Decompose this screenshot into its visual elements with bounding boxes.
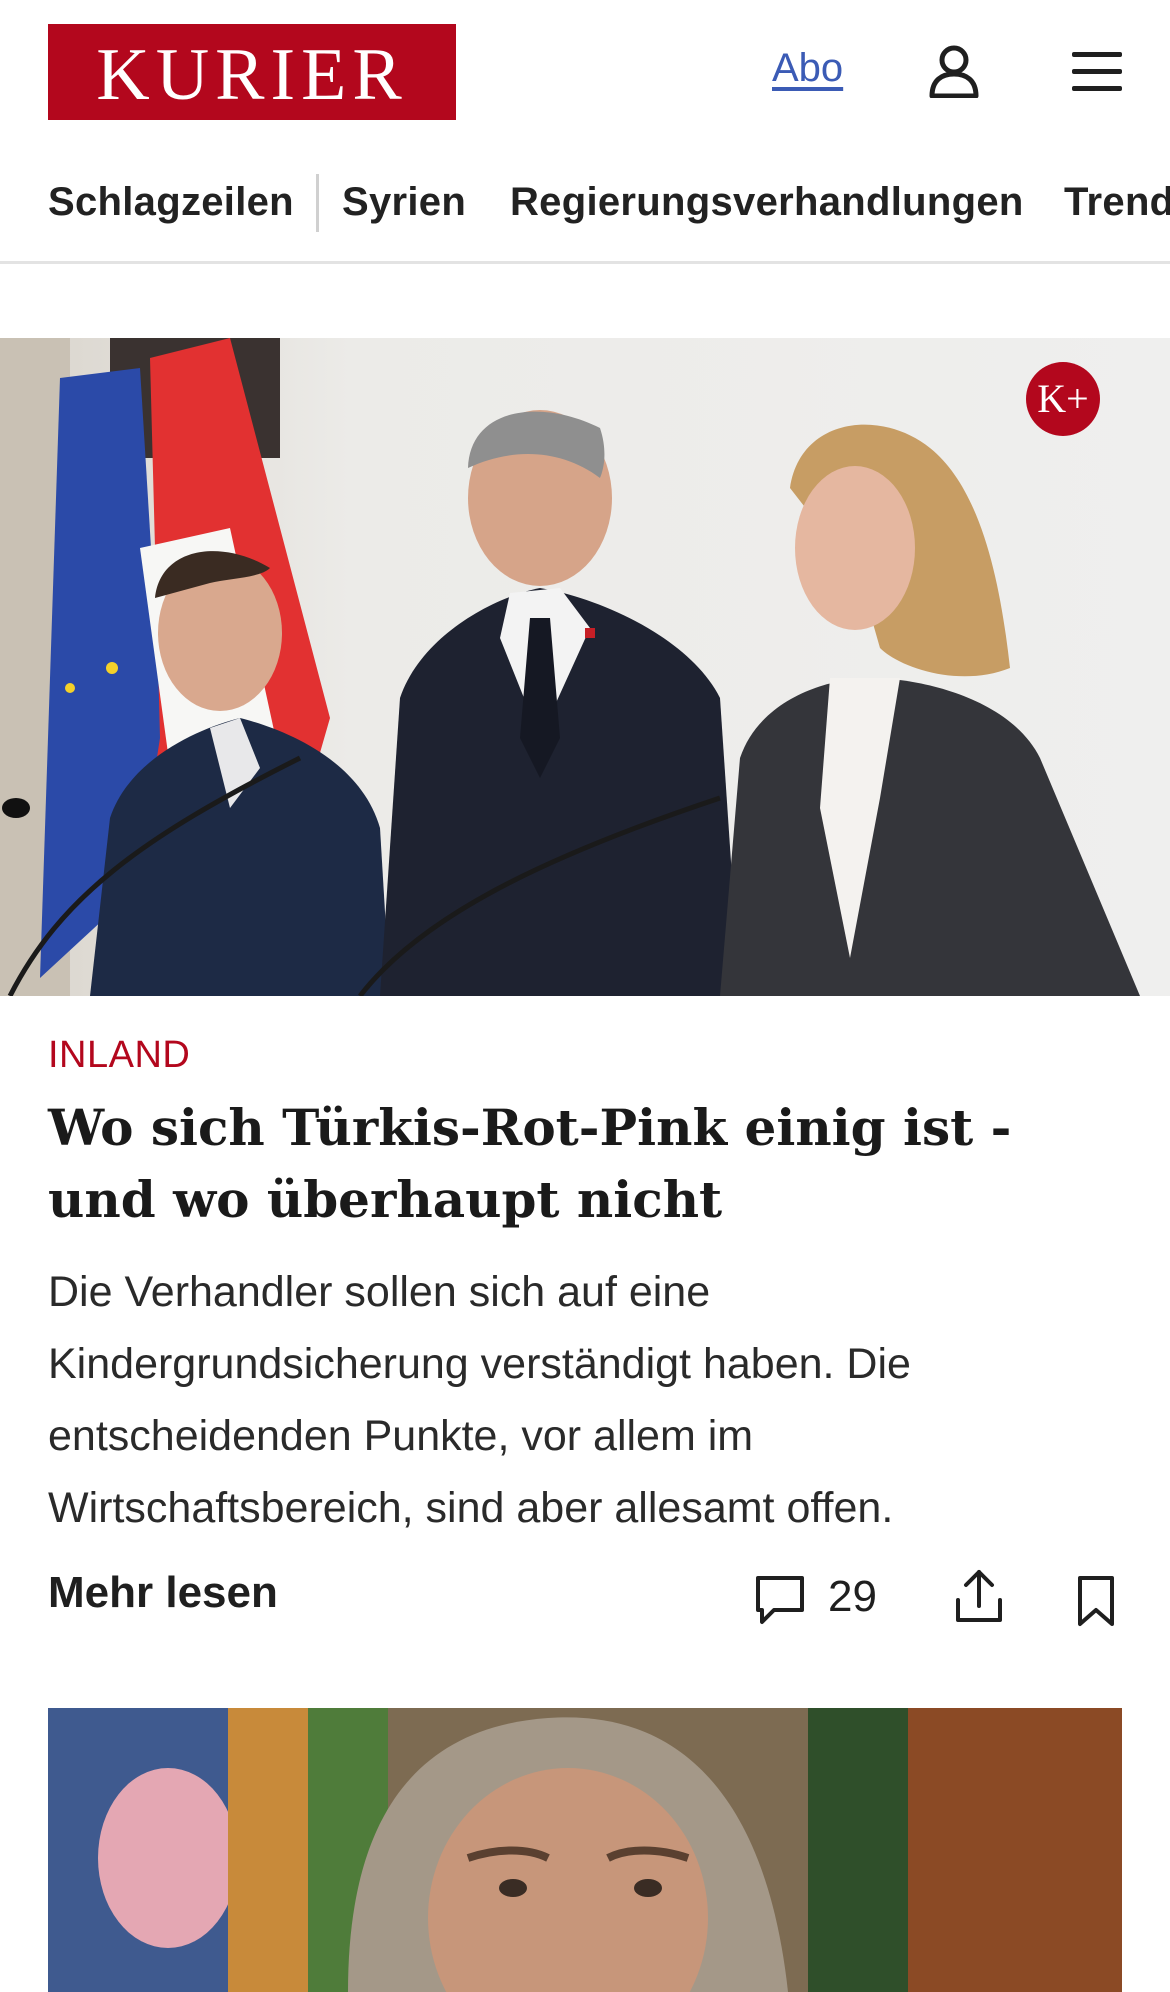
nav-item-trend[interactable]: Trend [1064,180,1170,225]
site-header: KURIER Abo [0,0,1170,146]
article-teaser: Die Verhandler sollen sich auf eine Kind… [48,1268,911,1532]
user-icon[interactable] [928,44,980,98]
comment-icon[interactable] [752,1572,808,1628]
nav-item-syrien[interactable]: Syrien [342,180,466,225]
second-article-image[interactable] [48,1708,1122,1992]
topic-nav: Schlagzeilen Syrien Regierungsverhandlun… [0,160,1170,264]
hamburger-menu-icon[interactable] [1072,50,1122,94]
hero-photo [0,338,1170,996]
premium-badge-label: K+ [1037,376,1089,421]
nav-divider [316,174,319,232]
share-icon[interactable] [954,1568,1004,1626]
second-photo [48,1708,1122,1992]
article-headline[interactable]: Wo sich Türkis-Rot-Pink einig ist - und … [48,1092,1128,1236]
bookmark-icon[interactable] [1074,1574,1118,1628]
article-hero-image[interactable] [0,338,1170,996]
abo-link[interactable]: Abo [772,46,843,91]
comment-count[interactable]: 29 [828,1572,877,1622]
logo-text: KURIER [96,34,408,116]
kurier-logo[interactable]: KURIER [48,24,456,120]
article-category[interactable]: INLAND [48,1034,190,1077]
premium-badge: K+ [1026,362,1100,436]
nav-item-regierungsverhandlungen[interactable]: Regierungsverhandlungen [510,180,1024,225]
nav-item-schlagzeilen[interactable]: Schlagzeilen [48,180,294,225]
read-more-link[interactable]: Mehr lesen [48,1568,278,1618]
